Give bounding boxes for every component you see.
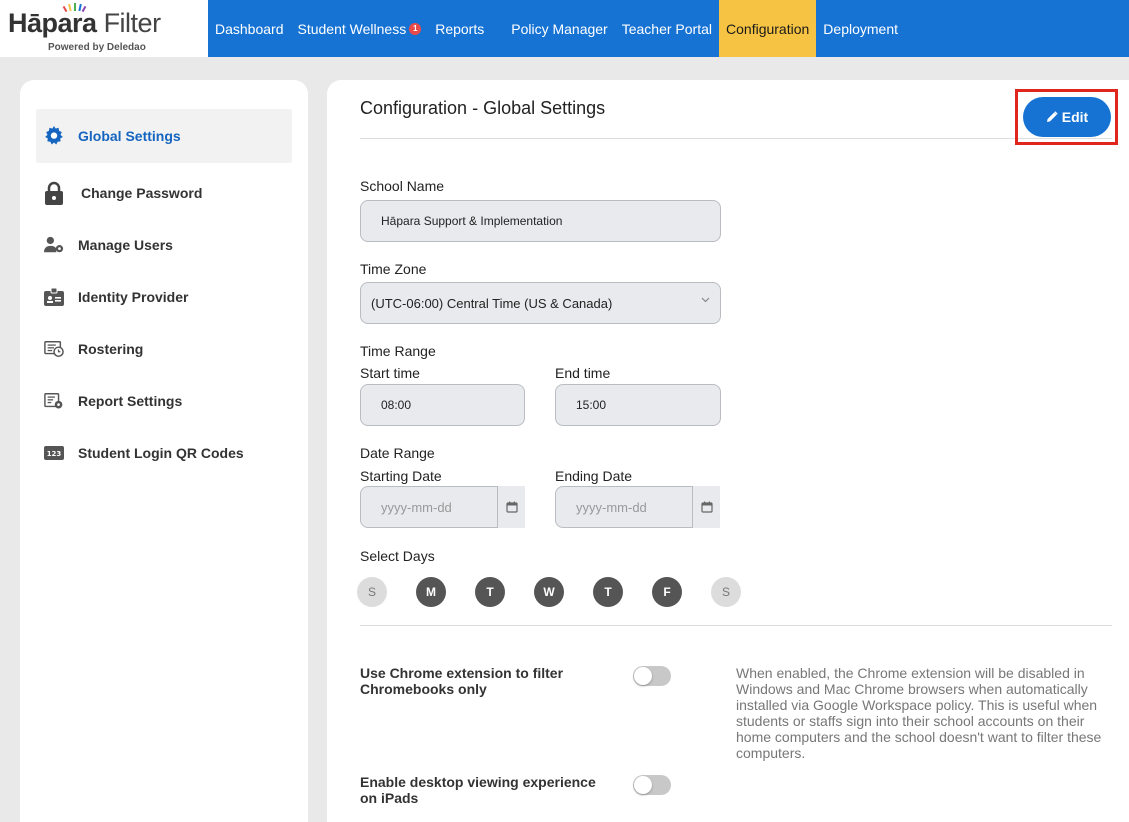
chrome-extension-toggle[interactable] <box>633 666 671 686</box>
id-badge-icon <box>44 287 64 307</box>
sidebar-item-rostering[interactable]: Rostering <box>36 323 292 375</box>
select-days-label: Select Days <box>360 548 435 564</box>
roster-clock-icon <box>44 339 64 359</box>
school-name-label: School Name <box>360 178 445 194</box>
chevron-down-icon <box>701 297 710 303</box>
day-toggle-monday[interactable]: M <box>416 577 446 607</box>
sidebar-item-label: Identity Provider <box>78 289 189 305</box>
top-nav-bar: Hāpara Filter Powered by Deledao Dashboa… <box>0 0 1129 57</box>
users-gear-icon <box>44 235 64 255</box>
settings-sidebar: Global Settings Change Password Manage U… <box>20 80 308 822</box>
starting-date-picker: yyyy-mm-dd <box>360 486 525 528</box>
time-range-label: Time Range <box>360 343 436 359</box>
nav-teacher-portal[interactable]: Teacher Portal <box>615 0 719 57</box>
day-toggle-friday[interactable]: F <box>652 577 682 607</box>
hapara-filter-logo[interactable]: Hāpara Filter Powered by Deledao <box>0 0 208 57</box>
sidebar-item-label: Manage Users <box>78 237 173 253</box>
numbers-icon: 123 <box>44 443 64 463</box>
starting-date-input[interactable]: yyyy-mm-dd <box>360 486 498 528</box>
logo-wordmark: Hāpara Filter <box>8 8 161 38</box>
end-time-label: End time <box>555 365 611 381</box>
report-gear-icon <box>44 391 64 411</box>
start-time-label: Start time <box>360 365 420 381</box>
chrome-extension-description: When enabled, the Chrome extension will … <box>736 665 1102 761</box>
sidebar-item-identity-provider[interactable]: Identity Provider <box>36 271 292 323</box>
start-time-input[interactable]: 08:00 <box>360 384 525 426</box>
sidebar-item-label: Global Settings <box>78 128 181 144</box>
sidebar-item-global-settings[interactable]: Global Settings <box>36 109 292 163</box>
ending-date-label: Ending Date <box>555 468 633 484</box>
global-settings-panel: Configuration - Global Settings Edit Sch… <box>327 80 1129 822</box>
nav-configuration[interactable]: Configuration <box>719 0 817 57</box>
ipad-desktop-toggle[interactable] <box>633 775 671 795</box>
page-title: Configuration - Global Settings <box>360 98 606 118</box>
svg-text:123: 123 <box>47 450 62 458</box>
ending-date-input[interactable]: yyyy-mm-dd <box>555 486 693 528</box>
time-zone-select[interactable]: (UTC-06:00) Central Time (US & Canada) <box>360 282 721 324</box>
pencil-icon <box>1046 111 1058 122</box>
main-nav: Dashboard Student Wellness 1 Reports Poli… <box>208 0 905 57</box>
sidebar-item-label: Rostering <box>78 341 144 357</box>
nav-student-wellness[interactable]: Student Wellness 1 <box>291 0 429 57</box>
title-divider <box>360 138 1112 139</box>
date-range-label: Date Range <box>360 445 435 461</box>
day-toggle-thursday[interactable]: T <box>593 577 623 607</box>
edit-button[interactable]: Edit <box>1023 97 1111 137</box>
nav-dashboard[interactable]: Dashboard <box>208 0 291 57</box>
edit-highlight-box: Edit <box>1015 89 1118 145</box>
time-zone-label: Time Zone <box>360 261 427 277</box>
sidebar-item-manage-users[interactable]: Manage Users <box>36 219 292 271</box>
sidebar-item-label: Student Login QR Codes <box>78 445 244 461</box>
starting-date-label: Starting Date <box>360 468 442 484</box>
ipad-desktop-option-label: Enable desktop viewing experience on iPa… <box>360 774 596 806</box>
calendar-icon[interactable] <box>498 486 525 528</box>
sidebar-item-student-login-qr-codes[interactable]: 123 Student Login QR Codes <box>36 427 292 479</box>
gear-icon <box>44 126 64 146</box>
sidebar-item-change-password[interactable]: Change Password <box>36 167 292 219</box>
nav-policy-manager[interactable]: Policy Manager <box>504 0 615 57</box>
sidebar-item-label: Report Settings <box>78 393 183 409</box>
sidebar-item-report-settings[interactable]: Report Settings <box>36 375 292 427</box>
notification-badge: 1 <box>409 22 422 35</box>
day-toggle-tuesday[interactable]: T <box>475 577 505 607</box>
nav-reports[interactable]: Reports <box>428 0 504 57</box>
logo-tagline: Powered by Deledao <box>48 42 146 53</box>
sidebar-item-label: Change Password <box>81 185 203 201</box>
calendar-icon[interactable] <box>693 486 720 528</box>
section-divider <box>360 625 1112 626</box>
day-toggle-saturday[interactable]: S <box>711 577 741 607</box>
ending-date-picker: yyyy-mm-dd <box>555 486 720 528</box>
toggle-knob <box>634 667 652 685</box>
chrome-extension-option-label: Use Chrome extension to filter Chromeboo… <box>360 665 564 697</box>
school-name-field[interactable]: Hāpara Support & Implementation <box>360 200 721 242</box>
nav-deployment[interactable]: Deployment <box>816 0 905 57</box>
toggle-knob <box>634 776 652 794</box>
lock-icon <box>44 181 64 205</box>
end-time-input[interactable]: 15:00 <box>555 384 721 426</box>
day-toggle-sunday[interactable]: S <box>357 577 387 607</box>
day-toggle-wednesday[interactable]: W <box>534 577 564 607</box>
